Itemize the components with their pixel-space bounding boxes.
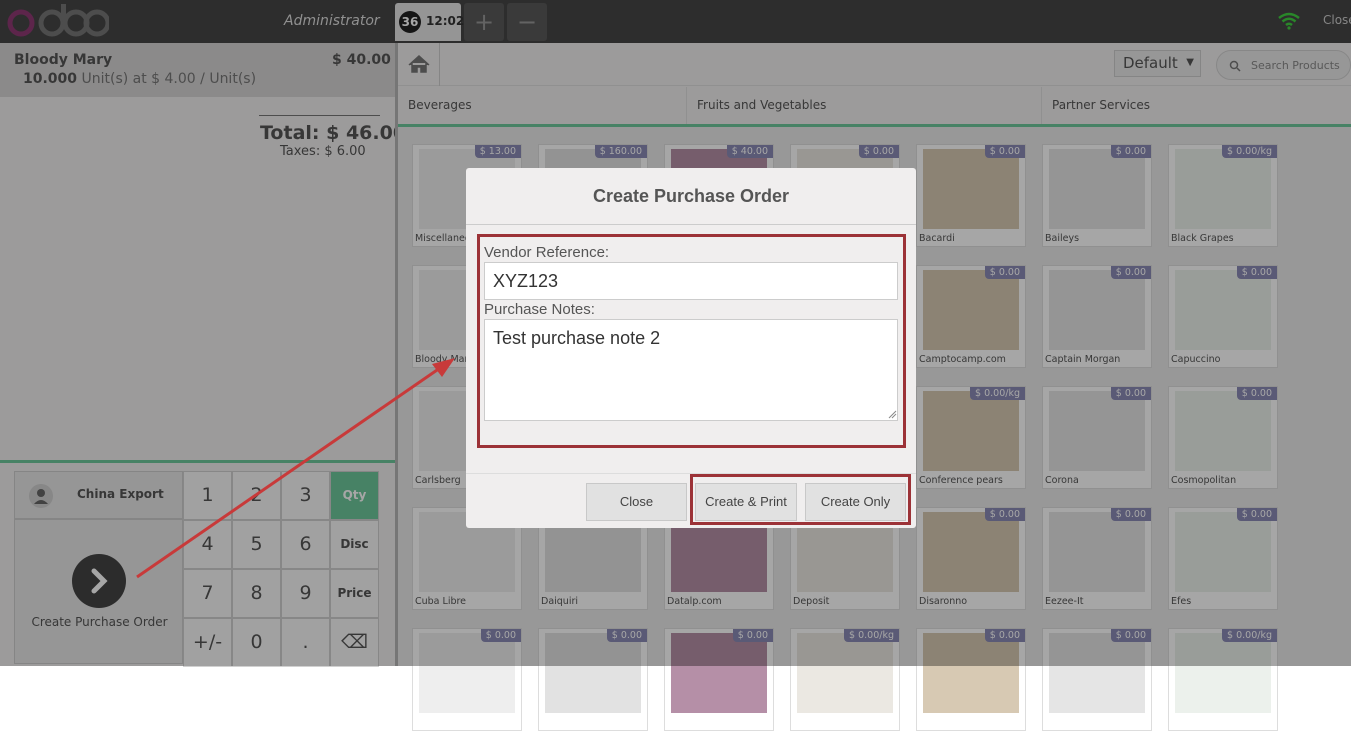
resize-handle-icon	[888, 410, 897, 419]
create-purchase-order-dialog: Create Purchase Order Vendor Reference: …	[466, 168, 916, 528]
dialog-title: Create Purchase Order	[466, 168, 916, 225]
purchase-notes-label: Purchase Notes:	[484, 301, 595, 318]
vendor-reference-label: Vendor Reference:	[484, 244, 610, 261]
close-button[interactable]: Close	[586, 483, 687, 521]
purchase-notes-textarea[interactable]: Test purchase note 2	[484, 319, 898, 421]
vendor-reference-input[interactable]: XYZ123	[484, 262, 898, 300]
annotation-highlight-buttons	[690, 474, 911, 525]
